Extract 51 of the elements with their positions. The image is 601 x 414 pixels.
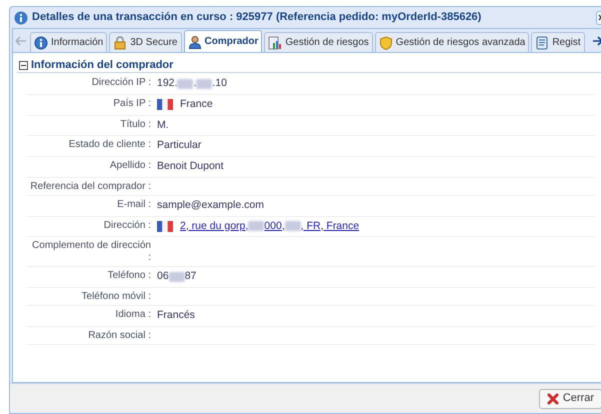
tab[interactable]: Gestión de riesgos <box>264 32 373 52</box>
field-value: Particular <box>157 138 202 154</box>
field-value: .10 <box>212 76 227 91</box>
field-label: Título : <box>119 118 152 132</box>
field-label: Dirección : <box>102 218 152 232</box>
field-value: M. <box>157 118 169 132</box>
close-button[interactable]: Cerrar <box>538 388 601 408</box>
field-value: Francés <box>157 308 195 323</box>
tab[interactable]: Gestión de riesgos avanzada <box>374 32 530 52</box>
field-label: Teléfono móvil : <box>80 290 152 303</box>
blurred-text <box>248 221 264 232</box>
person-icon <box>188 34 202 48</box>
tab[interactable]: Comprador <box>184 30 262 52</box>
field-value: 192. <box>157 76 178 91</box>
padlock-icon <box>113 36 128 50</box>
field-label: Referencia del comprador : <box>29 180 152 193</box>
field-label: Teléfono : <box>106 269 152 284</box>
collapse-icon[interactable] <box>19 60 28 70</box>
scroll-right-icon[interactable] <box>593 36 601 46</box>
close-icon <box>546 392 559 404</box>
document-icon <box>535 36 550 50</box>
blurred-text <box>196 78 212 89</box>
flag-icon <box>157 220 173 232</box>
field-label: Apellido : <box>108 159 152 173</box>
tab[interactable]: Regist <box>531 32 585 52</box>
bar-chart-icon <box>268 36 282 50</box>
field-value: 06 <box>157 269 169 284</box>
field-label: Dirección IP : <box>90 76 152 90</box>
section-title: Información del comprador <box>31 58 174 73</box>
field-value: 87 <box>184 269 196 284</box>
shield-icon <box>378 36 393 50</box>
field-value: France <box>180 96 213 112</box>
field-label: E-mail : <box>116 198 152 212</box>
field-value: . <box>193 76 196 91</box>
info-icon <box>14 10 28 24</box>
blurred-text <box>284 221 301 232</box>
field-value: Benoit Dupont <box>157 159 224 174</box>
address-link[interactable]: 2, rue du gorp, 000, , FR, France <box>157 218 360 234</box>
field-label: Complemento de dirección : <box>31 239 152 264</box>
tab[interactable]: 3D Secure <box>109 32 182 52</box>
field-label: País IP : <box>112 96 152 111</box>
window-title: Detalles de una transacción en curso : 925977 (Referencia pedido: myOrderId-385626) <box>32 10 482 26</box>
field-label: Idioma : <box>114 308 152 322</box>
blurred-text <box>168 272 185 282</box>
field-label: Razón social : <box>87 328 152 342</box>
field-value: sample@example.com <box>157 198 264 213</box>
field-label: Estado de cliente : <box>68 138 152 152</box>
tab[interactable]: Información <box>30 32 108 52</box>
blurred-text <box>177 78 194 89</box>
flag-icon <box>157 99 173 110</box>
info-icon <box>34 36 48 50</box>
